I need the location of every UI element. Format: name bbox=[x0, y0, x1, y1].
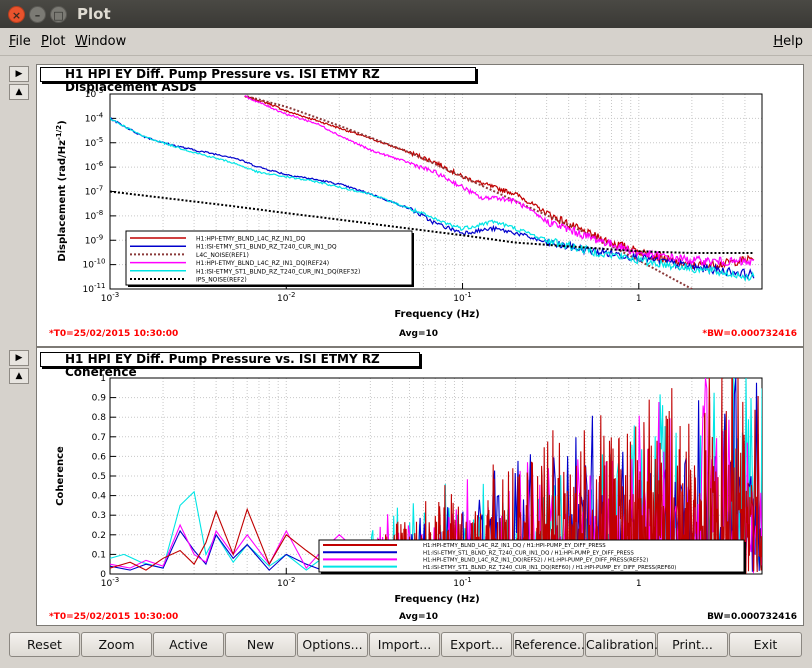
y-tick-label: 10-9 bbox=[85, 233, 103, 246]
asd-bw-label: *BW=0.000732416 bbox=[702, 329, 797, 339]
y-tick-label: 0.1 bbox=[92, 550, 106, 560]
coherence-bw-label: BW=0.000732416 bbox=[707, 612, 797, 622]
x-tick-label: 1 bbox=[636, 579, 642, 589]
triangle-right-icon: ▶ bbox=[15, 353, 23, 363]
legend-entry: H1:HPI-ETMY_BLND_L4C_RZ_IN1_DQ(REF24) bbox=[196, 260, 329, 267]
legend-entry: H1:ISI-ETMY_ST1_BLND_RZ_T240_CUR_IN1_DQ bbox=[196, 244, 337, 251]
y-tick-label: 10-7 bbox=[85, 185, 103, 198]
minimize-window-button[interactable]: – bbox=[29, 6, 46, 23]
coherence-t0-label: *T0=25/02/2015 10:30:00 bbox=[49, 612, 179, 622]
active-button[interactable]: Active bbox=[153, 632, 224, 657]
legend-entry: IPS_NOISE(REF2) bbox=[196, 277, 247, 284]
y-tick-label: 0.6 bbox=[92, 452, 107, 462]
legend-entry: H1:HPI-ETMY_BLND_L4C_RZ_IN1_DQ / H1:HPI-… bbox=[423, 543, 606, 549]
legend-entry: H1:ISI-ETMY_ST1_BLND_RZ_T240_CUR_IN1_DQ(… bbox=[196, 268, 360, 275]
button-bar: Reset Zoom Active New Options... Import.… bbox=[0, 630, 812, 668]
y-tick-label: 0.7 bbox=[92, 433, 106, 443]
legend-entry: L4C_NOISE(REF1) bbox=[196, 252, 249, 259]
y-tick-label: 0.3 bbox=[92, 511, 106, 521]
pad2-expand-button[interactable]: ▶ bbox=[9, 350, 29, 366]
import-button[interactable]: Import... bbox=[369, 632, 440, 657]
y-tick-label: 0 bbox=[100, 570, 106, 580]
y-tick-label: 0.9 bbox=[92, 394, 107, 404]
y-tick-label: 10-5 bbox=[85, 136, 103, 149]
maximize-icon: □ bbox=[53, 9, 64, 22]
menu-plot[interactable]: Plot bbox=[41, 34, 66, 49]
x-tick-label: 10-1 bbox=[453, 576, 471, 589]
y-axis-label: Displacement (rad/Hz-1/2) bbox=[55, 120, 68, 261]
triangle-up-icon: ▲ bbox=[15, 371, 23, 381]
pad1-up-button[interactable]: ▲ bbox=[9, 84, 29, 100]
zoom-button[interactable]: Zoom bbox=[81, 632, 152, 657]
pad2-up-button[interactable]: ▲ bbox=[9, 368, 29, 384]
legend-entry: H1:HPI-ETMY_BLND_L4C_RZ_IN1_DQ bbox=[196, 236, 306, 243]
x-tick-label: 10-1 bbox=[453, 291, 471, 304]
y-tick-label: 10-10 bbox=[83, 258, 106, 271]
pad1-expand-button[interactable]: ▶ bbox=[9, 66, 29, 82]
asd-plot-pad[interactable]: H1 HPI EY Diff. Pump Pressure vs. ISI ET… bbox=[36, 64, 804, 347]
print-button[interactable]: Print... bbox=[657, 632, 728, 657]
asd-t0-label: *T0=25/02/2015 10:30:00 bbox=[49, 329, 179, 339]
y-tick-label: 0.5 bbox=[92, 472, 106, 482]
triangle-right-icon: ▶ bbox=[15, 69, 23, 79]
coherence-chart: 10-3 10-2 10-1 110.90.80.70.60.50.40.30.20.… bbox=[55, 374, 763, 605]
y-tick-label: 10-6 bbox=[85, 160, 104, 173]
legend-entry: H1:HPI-ETMY_BLND_L4C_RZ_IN1_DQ(REF52) / … bbox=[423, 558, 648, 564]
exit-button[interactable]: Exit bbox=[729, 632, 802, 657]
export-button[interactable]: Export... bbox=[441, 632, 512, 657]
y-tick-label: 0.8 bbox=[92, 413, 107, 423]
menubar: File Plot Window Help bbox=[0, 28, 812, 56]
reference-button[interactable]: Reference... bbox=[513, 632, 589, 657]
x-tick-label: 1 bbox=[636, 294, 642, 304]
x-tick-label: 10-3 bbox=[101, 291, 119, 304]
window-title: Plot bbox=[77, 5, 111, 23]
y-tick-label: 0.2 bbox=[92, 531, 106, 541]
legend-entry: H1:ISI-ETMY_ST1_BLND_RZ_T240_CUR_IN1_DQ(… bbox=[423, 565, 676, 571]
triangle-up-icon: ▲ bbox=[15, 87, 23, 97]
new-button[interactable]: New bbox=[225, 632, 296, 657]
y-tick-label: 10-3 bbox=[85, 87, 103, 100]
coherence-avg-label: Avg=10 bbox=[399, 612, 439, 622]
window-titlebar: × – □ Plot bbox=[0, 0, 812, 28]
calibration-button[interactable]: Calibration... bbox=[585, 632, 666, 657]
menu-file[interactable]: File bbox=[9, 34, 31, 49]
y-tick-label: 1 bbox=[100, 374, 106, 384]
menu-window[interactable]: Window bbox=[75, 34, 126, 49]
close-window-button[interactable]: × bbox=[8, 6, 25, 23]
maximize-window-button[interactable]: □ bbox=[50, 6, 67, 23]
reset-button[interactable]: Reset bbox=[9, 632, 80, 657]
x-tick-label: 10-2 bbox=[277, 291, 295, 304]
minimize-icon: – bbox=[34, 9, 41, 22]
x-axis-label: Frequency (Hz) bbox=[394, 309, 479, 320]
y-tick-label: 0.4 bbox=[92, 492, 107, 502]
options-button[interactable]: Options... bbox=[297, 632, 368, 657]
asd-chart: 10-3 10-2 10-1 1 10-3 10-4 10-5 10-6 10-7 10-8 10-… bbox=[55, 87, 763, 320]
y-tick-label: 10-8 bbox=[85, 209, 103, 222]
coherence-plot-pad[interactable]: H1 HPI EY Diff. Pump Pressure vs. ISI ET… bbox=[36, 347, 804, 626]
x-tick-label: 10-2 bbox=[277, 576, 295, 589]
menu-help[interactable]: Help bbox=[773, 34, 803, 49]
y-tick-label: 10-4 bbox=[85, 111, 104, 124]
y-axis-label: Coherence bbox=[55, 446, 66, 506]
legend-entry: H1:ISI-ETMY_ST1_BLND_RZ_T240_CUR_IN1_DQ … bbox=[423, 550, 634, 556]
asd-avg-label: Avg=10 bbox=[399, 329, 439, 339]
close-icon: × bbox=[11, 9, 22, 22]
x-axis-label: Frequency (Hz) bbox=[394, 594, 479, 605]
